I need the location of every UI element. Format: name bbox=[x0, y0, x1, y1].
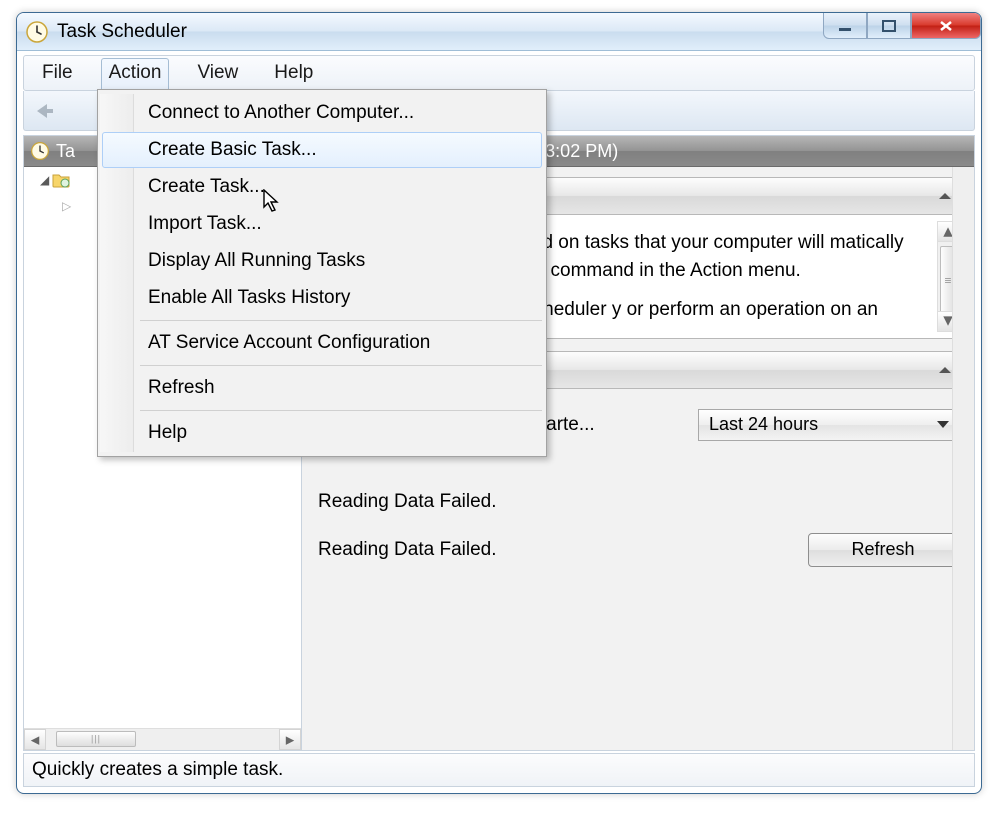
tree-hscrollbar[interactable]: ◂ ▸ bbox=[24, 728, 301, 750]
menuitem-create-task[interactable]: Create Task... bbox=[102, 169, 542, 205]
menuitem-refresh[interactable]: Refresh bbox=[102, 370, 542, 406]
content-vscrollbar[interactable] bbox=[952, 167, 974, 750]
titlebar: Task Scheduler bbox=[17, 13, 981, 51]
maximize-button[interactable] bbox=[867, 13, 911, 39]
minimize-button[interactable] bbox=[823, 13, 867, 39]
menu-help[interactable]: Help bbox=[266, 58, 321, 88]
clock-icon bbox=[30, 141, 50, 161]
dropdown-separator bbox=[140, 410, 542, 411]
statusbar-text: Quickly creates a simple task. bbox=[32, 759, 283, 781]
expand-icon[interactable]: ◢ bbox=[40, 173, 49, 187]
refresh-button[interactable]: Refresh bbox=[808, 533, 958, 567]
menu-view[interactable]: View bbox=[189, 58, 246, 88]
status-fail-2: Reading Data Failed. bbox=[318, 539, 497, 561]
back-button[interactable] bbox=[30, 97, 58, 125]
scroll-track[interactable] bbox=[46, 729, 279, 750]
menuitem-import-task[interactable]: Import Task... bbox=[102, 206, 542, 242]
menuitem-help[interactable]: Help bbox=[102, 415, 542, 451]
status-period-value: Last 24 hours bbox=[709, 414, 818, 435]
window-buttons bbox=[823, 13, 981, 50]
folder-icon bbox=[52, 172, 70, 188]
menuitem-connect-computer[interactable]: Connect to Another Computer... bbox=[102, 95, 542, 131]
menuitem-enable-history[interactable]: Enable All Tasks History bbox=[102, 280, 542, 316]
chevron-down-icon bbox=[937, 421, 949, 428]
action-dropdown: Connect to Another Computer... Create Ba… bbox=[97, 89, 547, 457]
task-scheduler-window: Task Scheduler File Action View Help bbox=[16, 12, 982, 794]
dropdown-separator bbox=[140, 320, 542, 321]
chevron-up-icon bbox=[939, 193, 951, 199]
scroll-thumb[interactable] bbox=[56, 731, 136, 747]
status-period-combo[interactable]: Last 24 hours bbox=[698, 409, 958, 441]
menuitem-create-basic-task[interactable]: Create Basic Task... bbox=[102, 132, 542, 168]
menuitem-display-running[interactable]: Display All Running Tasks bbox=[102, 243, 542, 279]
clock-icon bbox=[25, 20, 49, 44]
menubar: File Action View Help bbox=[23, 55, 975, 91]
menuitem-at-service-config[interactable]: AT Service Account Configuration bbox=[102, 325, 542, 361]
scroll-left-icon[interactable]: ◂ bbox=[24, 729, 46, 750]
close-button[interactable] bbox=[911, 13, 981, 39]
status-fail-1: Reading Data Failed. bbox=[318, 491, 958, 513]
refresh-row: Reading Data Failed. Refresh bbox=[318, 533, 958, 567]
window-title: Task Scheduler bbox=[57, 21, 187, 43]
refresh-button-label: Refresh bbox=[851, 539, 914, 560]
menu-action[interactable]: Action bbox=[101, 58, 170, 92]
statusbar: Quickly creates a simple task. bbox=[23, 753, 975, 787]
menu-file[interactable]: File bbox=[34, 58, 81, 88]
dropdown-separator bbox=[140, 365, 542, 366]
tree-root-label: Ta bbox=[56, 141, 75, 162]
chevron-up-icon bbox=[939, 367, 951, 373]
expand-icon[interactable]: ▷ bbox=[62, 199, 71, 213]
forward-button[interactable] bbox=[62, 97, 90, 125]
scroll-right-icon[interactable]: ▸ bbox=[279, 729, 301, 750]
